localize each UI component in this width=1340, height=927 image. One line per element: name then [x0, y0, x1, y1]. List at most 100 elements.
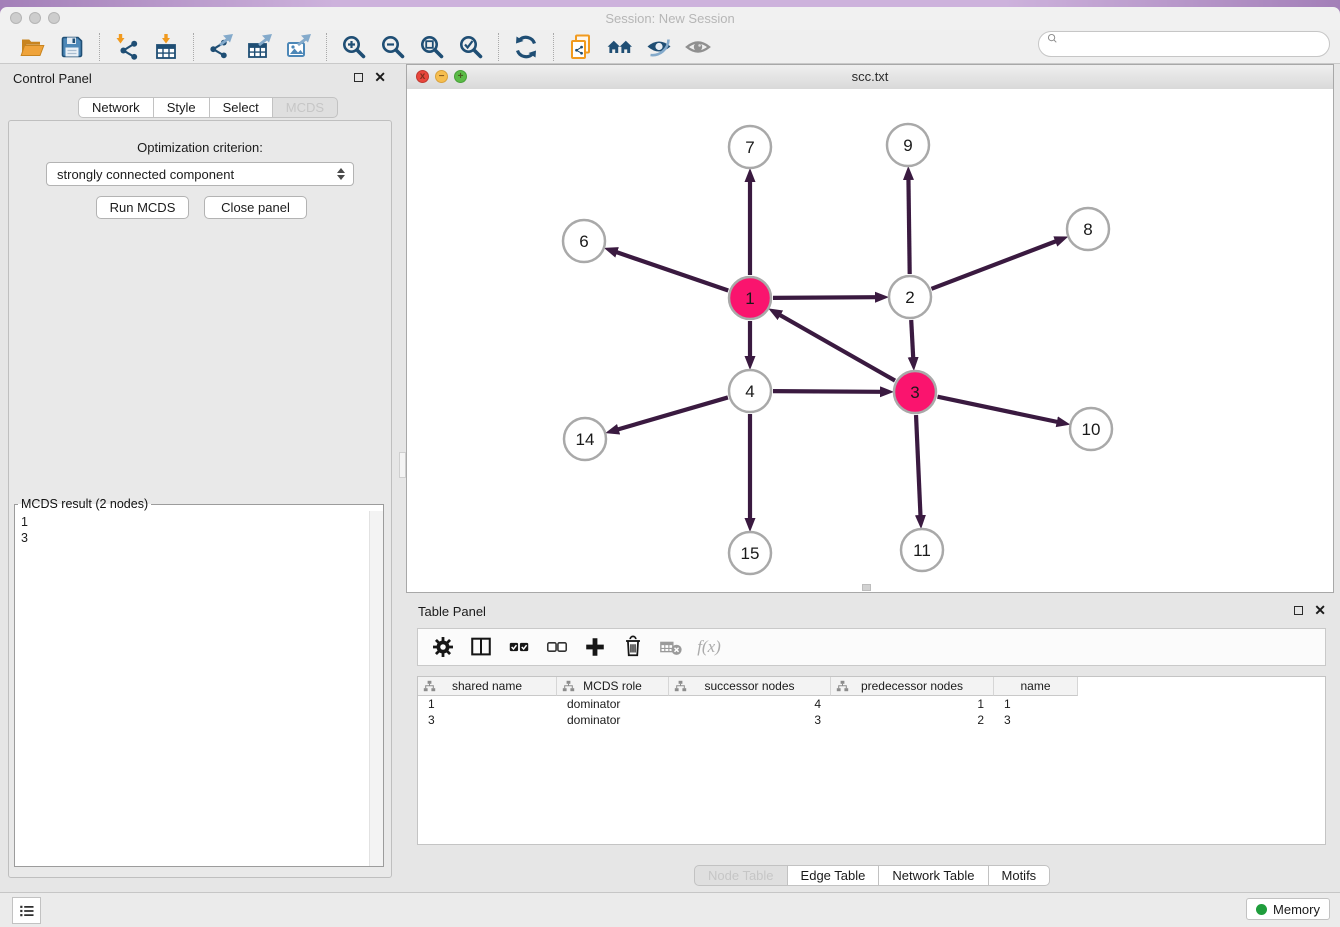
deselect-all-button[interactable] — [542, 632, 572, 662]
hide-selected-eye-button[interactable] — [643, 33, 675, 61]
import-network-button[interactable] — [111, 33, 143, 61]
result-scrollbar[interactable] — [369, 511, 383, 866]
graph-node-14[interactable]: 14 — [564, 418, 606, 460]
float-window-icon[interactable] — [1294, 606, 1303, 615]
export-image-icon — [286, 34, 312, 60]
graph-node-8[interactable]: 8 — [1067, 208, 1109, 250]
split-columns-button[interactable] — [466, 632, 496, 662]
tab-node-table[interactable]: Node Table — [694, 865, 788, 886]
table-cell[interactable]: 3 — [669, 713, 831, 727]
graph-node-2[interactable]: 2 — [889, 276, 931, 318]
graph-node-3[interactable]: 3 — [894, 371, 936, 413]
network-home-button[interactable] — [604, 33, 636, 61]
table-cell[interactable]: 4 — [669, 697, 831, 711]
tab-select[interactable]: Select — [210, 97, 273, 118]
graph-node-15[interactable]: 15 — [729, 532, 771, 574]
graph-node-6[interactable]: 6 — [563, 220, 605, 262]
select-all-button[interactable] — [504, 632, 534, 662]
graph-node-label: 3 — [910, 383, 919, 402]
canvas-scrollbar-thumb[interactable] — [862, 584, 871, 591]
graph-node-4[interactable]: 4 — [729, 370, 771, 412]
tab-mcds[interactable]: MCDS — [273, 97, 338, 118]
toolbar-group — [499, 33, 553, 61]
close-icon[interactable]: ✕ — [374, 72, 386, 83]
zoom-fit-button[interactable] — [416, 33, 448, 61]
table-cell[interactable]: 2 — [831, 713, 994, 727]
refresh-layout-icon — [513, 34, 539, 60]
memory-button[interactable]: Memory — [1246, 898, 1330, 920]
table-row[interactable]: 3dominator323 — [418, 712, 1325, 728]
graph-edge-3-10[interactable] — [938, 397, 1058, 422]
graph-node-10[interactable]: 10 — [1070, 408, 1112, 450]
float-window-icon[interactable] — [354, 73, 363, 82]
table-cell[interactable]: 1 — [994, 697, 1078, 711]
tab-style[interactable]: Style — [154, 97, 210, 118]
export-image-button[interactable] — [283, 33, 315, 61]
graph-edge-3-11[interactable] — [916, 415, 920, 516]
run-mcds-button[interactable]: Run MCDS — [96, 196, 189, 219]
graph-node-label: 10 — [1082, 420, 1101, 439]
graph-edge-4-3[interactable] — [773, 391, 881, 392]
graph-node-7[interactable]: 7 — [729, 126, 771, 168]
column-header-name[interactable]: name — [994, 677, 1078, 696]
column-header-successor-nodes[interactable]: successor nodes — [669, 677, 831, 696]
column-header-shared-name[interactable]: shared name — [418, 677, 557, 696]
tab-motifs[interactable]: Motifs — [989, 865, 1051, 886]
table-cell[interactable]: dominator — [557, 697, 669, 711]
optimization-criterion-select[interactable]: strongly connected component — [46, 162, 354, 186]
graph-edge-2-9[interactable] — [908, 179, 909, 274]
graph-node-label: 4 — [745, 382, 754, 401]
clone-network-button[interactable] — [565, 33, 597, 61]
delete-row-button[interactable] — [618, 632, 648, 662]
delete-table-button — [656, 632, 686, 662]
graph-edge-4-14[interactable] — [618, 397, 728, 429]
graph-edge-2-8[interactable] — [931, 241, 1056, 289]
search-box[interactable] — [1038, 31, 1330, 57]
table-cell[interactable]: 1 — [418, 697, 557, 711]
gear-button[interactable] — [428, 632, 458, 662]
table-cell[interactable]: 3 — [994, 713, 1078, 727]
column-header-predecessor-nodes[interactable]: predecessor nodes — [831, 677, 994, 696]
add-row-button[interactable] — [580, 632, 610, 662]
zoom-in-button[interactable] — [338, 33, 370, 61]
graph-node-1[interactable]: 1 — [729, 277, 771, 319]
refresh-layout-button[interactable] — [510, 33, 542, 61]
close-icon[interactable]: ✕ — [1314, 605, 1326, 616]
zoom-out-button[interactable] — [377, 33, 409, 61]
export-table-button[interactable] — [244, 33, 276, 61]
close-panel-button[interactable]: Close panel — [204, 196, 307, 219]
graph-node-9[interactable]: 9 — [887, 124, 929, 166]
toolbar-group — [6, 33, 99, 61]
show-all-eye-button[interactable] — [682, 33, 714, 61]
tab-network[interactable]: Network — [78, 97, 154, 118]
graph-edge-1-2[interactable] — [773, 297, 876, 298]
splitter-handle[interactable] — [399, 452, 406, 478]
table-panel-window-icons: ✕ — [1294, 605, 1326, 616]
table-row[interactable]: 1dominator411 — [418, 696, 1325, 712]
graph-edge-1-6[interactable] — [616, 252, 728, 290]
toolbar-group — [194, 33, 326, 61]
network-window-title: scc.txt — [407, 69, 1333, 84]
import-table-button[interactable] — [150, 33, 182, 61]
table-cell[interactable]: dominator — [557, 713, 669, 727]
mcds-result-title: MCDS result (2 nodes) — [18, 497, 151, 511]
export-network-button[interactable] — [205, 33, 237, 61]
column-header-mcds-role[interactable]: MCDS role — [557, 677, 669, 696]
zoom-selected-button[interactable] — [455, 33, 487, 61]
task-history-button[interactable] — [12, 897, 41, 924]
network-canvas[interactable]: 7 9 6 8 1 2 4 3 14 10 15 11 — [407, 89, 1333, 592]
toolbar-group — [100, 33, 193, 61]
save-session-button[interactable] — [56, 33, 88, 61]
graph-edge-3-1[interactable] — [780, 315, 895, 381]
table-cell[interactable]: 1 — [831, 697, 994, 711]
graph-edge-2-3[interactable] — [911, 320, 913, 358]
table-cell[interactable]: 3 — [418, 713, 557, 727]
tab-network-table[interactable]: Network Table — [879, 865, 988, 886]
network-window-titlebar[interactable]: x−+ scc.txt — [407, 65, 1333, 90]
import-network-icon — [114, 34, 140, 60]
gear-icon — [431, 635, 455, 659]
tab-edge-table[interactable]: Edge Table — [788, 865, 880, 886]
search-input[interactable] — [1068, 36, 1329, 53]
open-session-button[interactable] — [17, 33, 49, 61]
graph-node-11[interactable]: 11 — [901, 529, 943, 571]
